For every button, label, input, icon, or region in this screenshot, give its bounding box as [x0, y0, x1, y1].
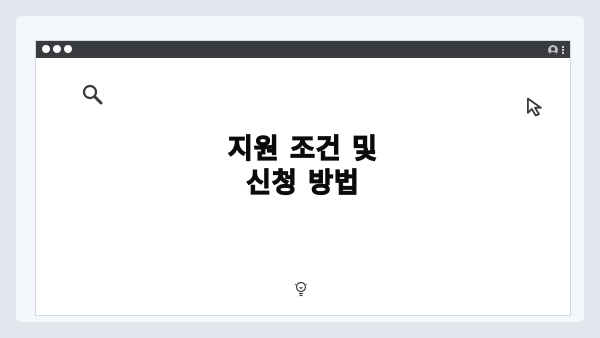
- close-button[interactable]: [42, 45, 50, 53]
- maximize-button[interactable]: [64, 45, 72, 53]
- profile-icon[interactable]: [548, 44, 558, 55]
- page-title: 지원 조건 및 신청 방법: [36, 133, 570, 201]
- search-icon: [82, 84, 103, 105]
- titlebar-actions: [548, 43, 564, 56]
- cursor-arrow-icon: [526, 97, 542, 117]
- minimize-button[interactable]: [53, 45, 61, 53]
- window-titlebar: [36, 41, 570, 58]
- window-controls: [42, 45, 72, 53]
- page-title-line-1: 지원 조건 및: [227, 133, 378, 165]
- page-title-line-2: 신청 방법: [246, 167, 360, 199]
- kebab-menu-icon[interactable]: [562, 45, 564, 54]
- lightbulb-icon: [294, 281, 308, 297]
- browser-window: 지원 조건 및 신청 방법: [36, 41, 570, 315]
